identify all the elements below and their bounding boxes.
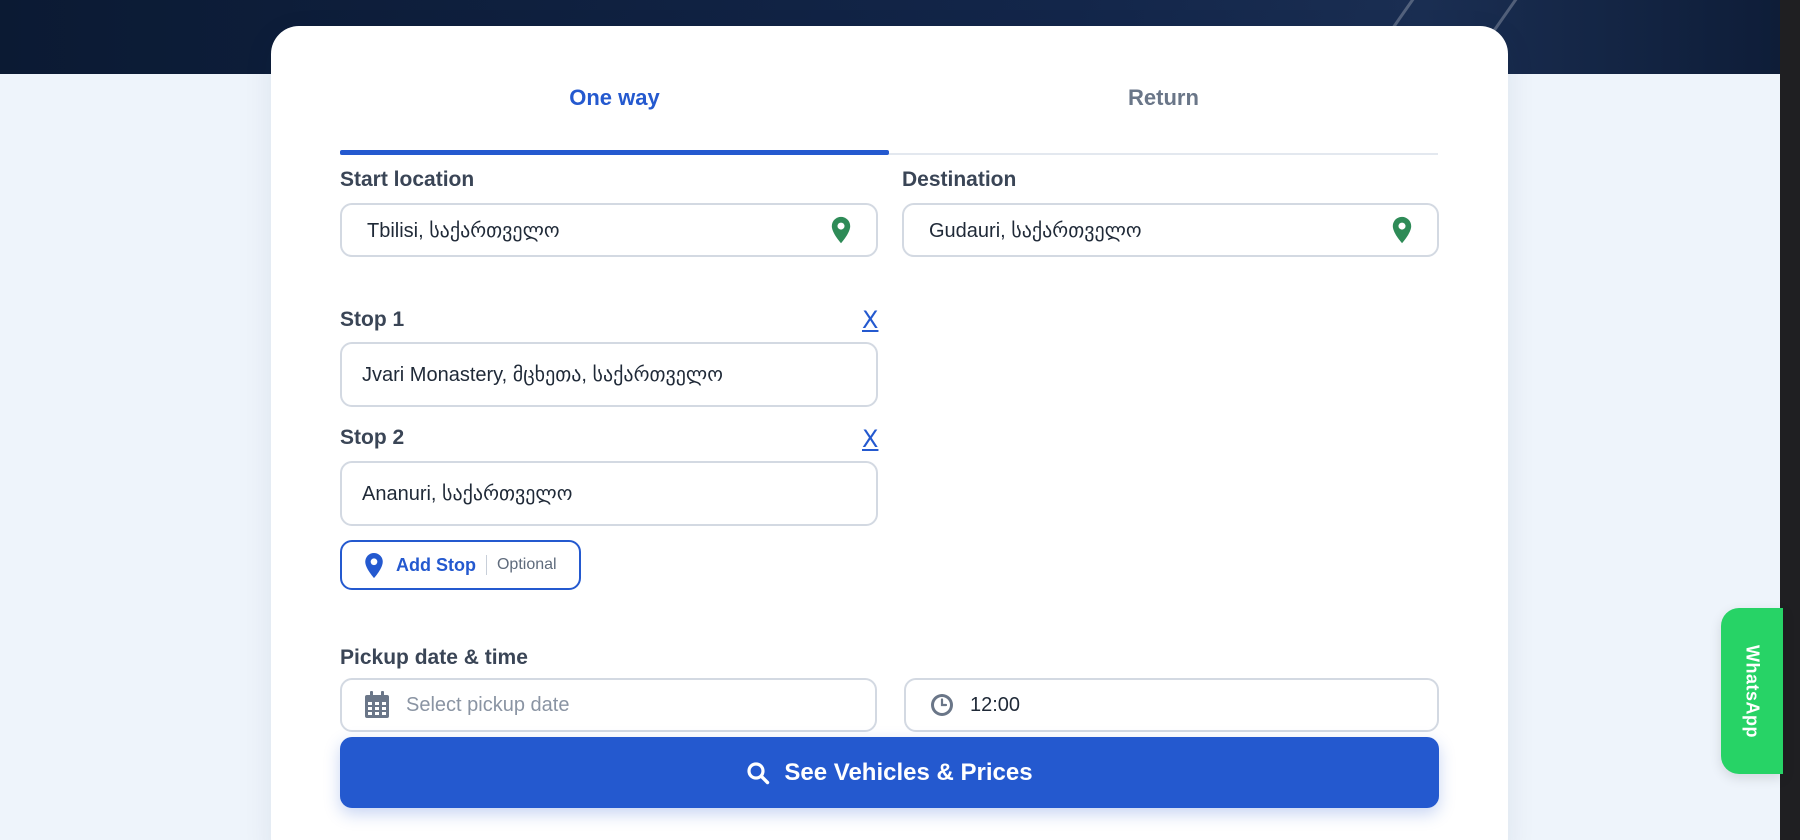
destination-value: Gudauri, საქართველო [929,219,1142,242]
stop-1-input[interactable]: Jvari Monastery, მცხეთა, საქართველო [340,342,878,407]
tab-one-way[interactable]: One way [340,56,889,155]
whatsapp-button[interactable]: WhatsApp [1721,608,1783,774]
map-pin-icon [831,216,851,244]
stop-1-label: Stop 1 [340,308,405,331]
scrollbar-track[interactable] [1780,0,1800,840]
optional-hint: Optional [496,556,557,573]
clock-icon [931,694,953,716]
divider [485,555,487,575]
search-icon [747,761,770,784]
whatsapp-label: WhatsApp [1742,644,1763,738]
calendar-icon [365,691,389,718]
pickup-label: Pickup date & time [340,646,528,669]
stop-2-label: Stop 2 [340,426,405,449]
start-location-label: Start location [340,168,475,191]
pickup-date-input[interactable]: Select pickup date [340,678,877,732]
see-vehicles-label: See Vehicles & Prices [784,758,1033,786]
stop-2-value: Ananuri, საქართველო [362,483,573,505]
map-pin-icon [365,552,383,578]
remove-stop-1-button[interactable]: X [862,306,878,334]
remove-stop-2-button[interactable]: X [862,425,878,453]
add-stop-label: Add Stop [396,554,476,575]
destination-input[interactable]: Gudauri, საქართველო [902,203,1439,257]
pickup-time-input[interactable]: 12:00 [904,678,1439,732]
destination-label: Destination [902,168,1017,191]
booking-form-card: One way Return Start location Tbilisi, ს… [271,26,1508,840]
start-location-value: Tbilisi, საქართველო [367,219,560,242]
add-stop-button[interactable]: Add Stop Optional [340,540,581,590]
trip-type-tabs: One way Return [340,56,1438,155]
stop-1-value: Jvari Monastery, მცხეთა, საქართველო [362,364,723,386]
map-pin-icon [1392,216,1412,244]
pickup-date-placeholder: Select pickup date [406,693,570,716]
stop-2-input[interactable]: Ananuri, საქართველო [340,461,878,526]
tab-return[interactable]: Return [889,56,1438,153]
start-location-input[interactable]: Tbilisi, საქართველო [340,203,878,257]
pickup-time-value: 12:00 [970,693,1021,716]
see-vehicles-button[interactable]: See Vehicles & Prices [340,737,1439,808]
